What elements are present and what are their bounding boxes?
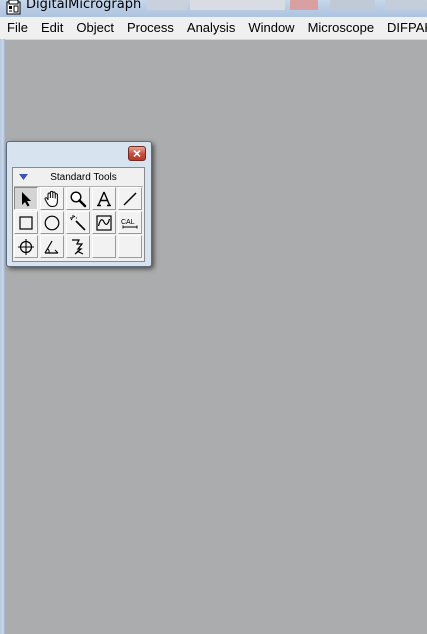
profile-tool-icon xyxy=(96,214,112,231)
oval-tool-icon xyxy=(44,215,60,230)
menu-object[interactable]: Object xyxy=(69,17,120,39)
crosshair-tool-icon xyxy=(18,238,34,255)
cal-text: CAL xyxy=(121,219,135,226)
background-window-blur xyxy=(147,0,187,10)
background-window-blur xyxy=(330,0,375,10)
text-tool-icon xyxy=(97,191,111,206)
tool-rectangle[interactable] xyxy=(14,211,38,234)
tool-empty-slot xyxy=(118,235,142,258)
background-window-blur xyxy=(290,0,318,10)
hand-pan-icon xyxy=(44,190,58,207)
line-tool-icon xyxy=(123,192,137,205)
calibration-tool-icon: CAL xyxy=(121,219,138,228)
tool-arrow[interactable] xyxy=(14,187,38,210)
menu-difpak[interactable]: DIFPAK xyxy=(380,17,427,39)
rectangle-tool-icon xyxy=(19,215,33,230)
tool-lasso[interactable] xyxy=(66,235,90,258)
menu-file[interactable]: File xyxy=(0,17,34,39)
menu-bar: File Edit Object Process Analysis Window… xyxy=(0,17,427,40)
angle-tool-icon xyxy=(44,240,59,254)
menu-window[interactable]: Window xyxy=(241,17,300,39)
lasso-tool-icon xyxy=(72,238,84,255)
palette-body: Standard Tools CAL xyxy=(12,167,145,262)
background-window-blur xyxy=(385,0,427,10)
window-title: DigitalMicrograph xyxy=(26,0,142,12)
app-icon[interactable] xyxy=(6,0,21,15)
magnifier-icon xyxy=(70,190,87,207)
close-icon xyxy=(133,150,141,157)
tool-text[interactable] xyxy=(92,187,116,210)
menu-edit[interactable]: Edit xyxy=(34,17,69,39)
title-bar[interactable]: DigitalMicrograph xyxy=(0,0,427,17)
arrow-pointer-icon xyxy=(22,191,31,206)
tool-line[interactable] xyxy=(118,187,142,210)
standard-tools-palette[interactable]: Standard Tools CAL xyxy=(6,141,152,267)
palette-close-button[interactable] xyxy=(128,146,146,161)
tool-crosshair[interactable] xyxy=(14,235,38,258)
tool-zoom[interactable] xyxy=(66,187,90,210)
menu-process[interactable]: Process xyxy=(120,17,180,39)
tool-hand[interactable] xyxy=(40,187,64,210)
menu-analysis[interactable]: Analysis xyxy=(180,17,241,39)
tool-profile[interactable] xyxy=(92,211,116,234)
tool-angle[interactable] xyxy=(40,235,64,258)
window-left-border xyxy=(0,39,5,634)
magic-wand-icon xyxy=(70,214,86,231)
tool-magic-wand[interactable] xyxy=(66,211,90,234)
menu-microscope[interactable]: Microscope xyxy=(301,17,380,39)
tool-empty-slot xyxy=(92,235,116,258)
palette-title: Standard Tools xyxy=(50,172,117,183)
background-window-blur xyxy=(190,0,285,10)
tool-oval[interactable] xyxy=(40,211,64,234)
tool-calibration[interactable]: CAL xyxy=(118,211,142,234)
palette-header[interactable]: Standard Tools xyxy=(14,169,143,187)
